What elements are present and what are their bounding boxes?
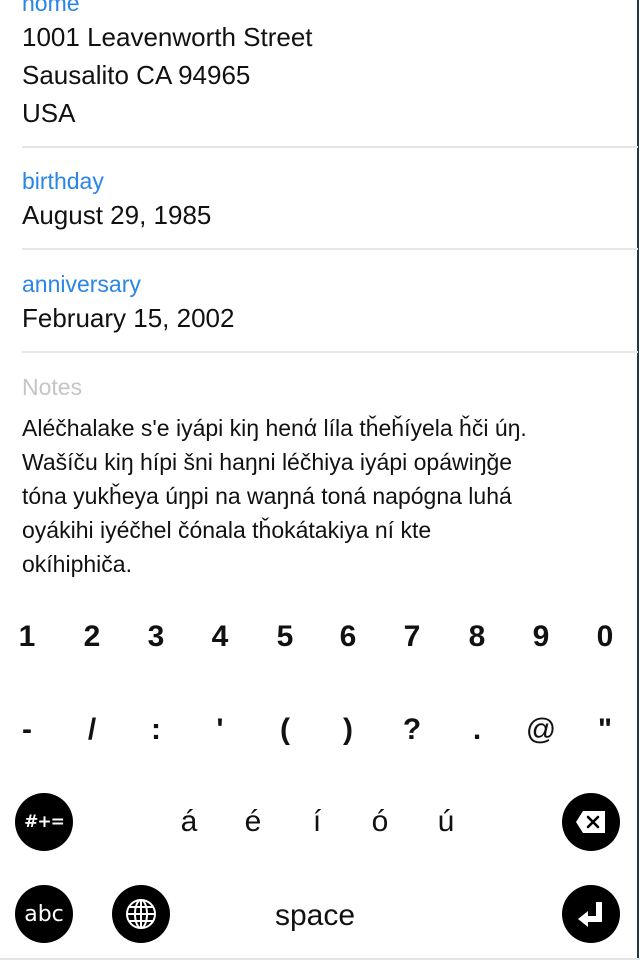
birthday-label: birthday bbox=[22, 168, 104, 194]
address-field[interactable]: home 1001 Leavenworth Street Sausalito C… bbox=[22, 0, 638, 132]
birthday-field[interactable]: birthday August 29, 1985 bbox=[22, 166, 638, 234]
key-quote[interactable]: " bbox=[585, 705, 625, 755]
key-5[interactable]: 5 bbox=[265, 612, 305, 662]
key-hyphen[interactable]: - bbox=[7, 705, 47, 755]
globe-icon bbox=[126, 899, 156, 929]
key-i-acute[interactable]: í bbox=[297, 797, 337, 847]
key-at[interactable]: @ bbox=[521, 705, 561, 755]
divider bbox=[22, 351, 638, 353]
key-2[interactable]: 2 bbox=[72, 612, 112, 662]
key-colon[interactable]: : bbox=[136, 705, 176, 755]
key-3[interactable]: 3 bbox=[136, 612, 176, 662]
key-7[interactable]: 7 bbox=[392, 612, 432, 662]
delete-button[interactable] bbox=[562, 793, 620, 851]
symbols-toggle-button[interactable]: #+= bbox=[15, 793, 73, 851]
symbols-toggle-label: #+= bbox=[24, 812, 65, 832]
key-0[interactable]: 0 bbox=[585, 612, 625, 662]
address-line-3: USA bbox=[22, 98, 76, 128]
globe-button[interactable] bbox=[112, 885, 170, 943]
key-6[interactable]: 6 bbox=[328, 612, 368, 662]
divider bbox=[22, 146, 638, 148]
key-o-acute[interactable]: ó bbox=[360, 797, 400, 847]
key-e-acute[interactable]: é bbox=[233, 797, 273, 847]
key-question[interactable]: ? bbox=[392, 705, 432, 755]
anniversary-value: February 15, 2002 bbox=[22, 303, 235, 333]
key-a-acute[interactable]: á bbox=[169, 797, 209, 847]
address-label: home bbox=[22, 0, 80, 16]
anniversary-field[interactable]: anniversary February 15, 2002 bbox=[22, 269, 638, 337]
notes-line: oyákihi iyéčhel čónala tȟokátakiya ní kt… bbox=[22, 517, 432, 543]
key-apostrophe[interactable]: ' bbox=[200, 705, 240, 755]
key-9[interactable]: 9 bbox=[521, 612, 561, 662]
abc-toggle-button[interactable]: abc bbox=[15, 885, 73, 943]
abc-toggle-label: abc bbox=[24, 901, 64, 927]
key-slash[interactable]: / bbox=[72, 705, 112, 755]
key-8[interactable]: 8 bbox=[457, 612, 497, 662]
birthday-value: August 29, 1985 bbox=[22, 200, 212, 230]
notes-line: okíhiphiča. bbox=[22, 551, 132, 577]
notes-placeholder: Notes bbox=[22, 374, 83, 400]
return-icon bbox=[578, 902, 602, 927]
return-button[interactable] bbox=[562, 885, 620, 943]
key-period[interactable]: . bbox=[457, 705, 497, 755]
key-close-paren[interactable]: ) bbox=[328, 705, 368, 755]
key-u-acute[interactable]: ú bbox=[426, 797, 466, 847]
key-open-paren[interactable]: ( bbox=[265, 705, 305, 755]
address-line-1: 1001 Leavenworth Street bbox=[22, 22, 313, 52]
window-edge bbox=[637, 0, 639, 960]
space-key[interactable]: space bbox=[215, 893, 415, 939]
backspace-icon bbox=[576, 811, 605, 833]
notes-line: tóna yukȟeya úŋpi na waŋná toná napógna … bbox=[22, 483, 512, 509]
key-1[interactable]: 1 bbox=[7, 612, 47, 662]
anniversary-label: anniversary bbox=[22, 271, 141, 297]
divider bbox=[22, 248, 638, 250]
notes-line: Wašíču kiŋ hípi šni haŋni léčhiya iyápi … bbox=[22, 449, 513, 475]
key-4[interactable]: 4 bbox=[200, 612, 240, 662]
address-line-2: Sausalito CA 94965 bbox=[22, 60, 251, 90]
notes-textarea[interactable]: Aléčhalake s'e iyápi kiŋ henά líla tȟeȟí… bbox=[22, 411, 622, 581]
notes-line: Aléčhalake s'e iyápi kiŋ henά líla tȟeȟí… bbox=[22, 415, 527, 441]
